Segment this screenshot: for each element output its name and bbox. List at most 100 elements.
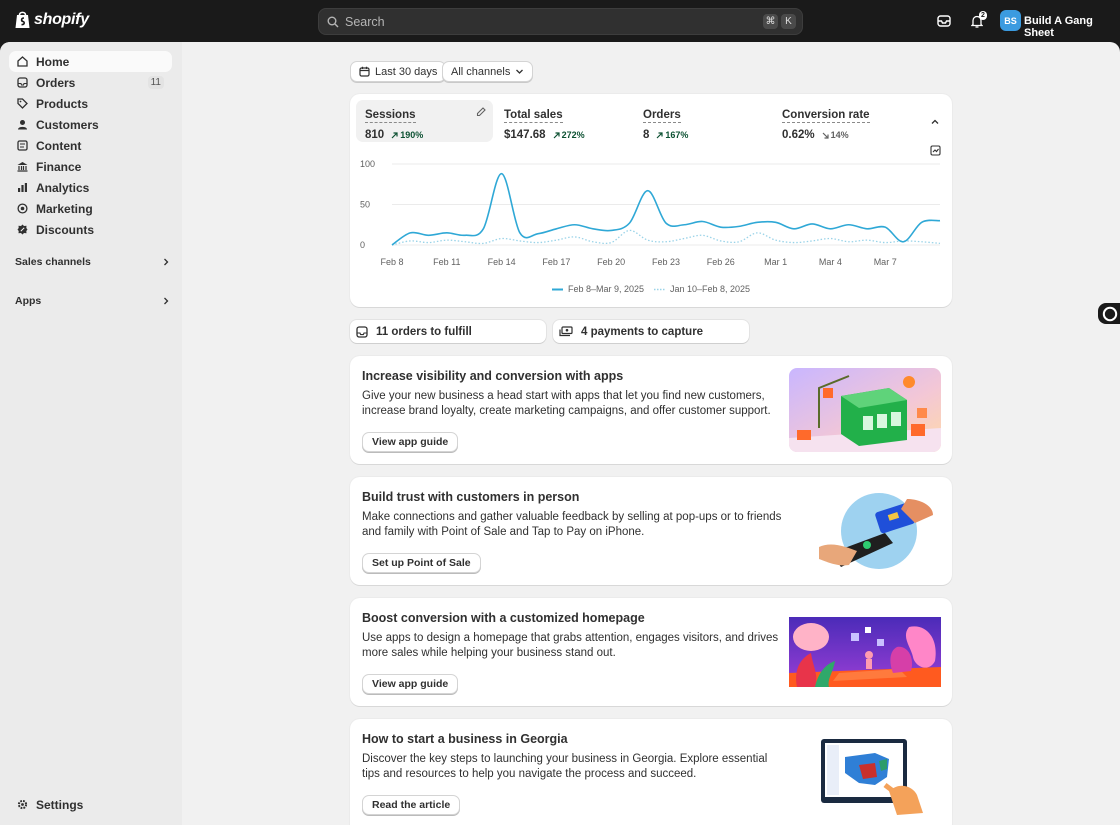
- sidebar-item-customers[interactable]: Customers: [9, 114, 172, 135]
- metric-orders[interactable]: Orders 8 167%: [634, 100, 771, 142]
- store-name[interactable]: Build A Gang Sheet: [1024, 15, 1120, 39]
- apps-heading[interactable]: Apps: [15, 295, 41, 307]
- sidebar-item-label: Finance: [36, 159, 82, 174]
- orders-icon: [356, 325, 368, 338]
- promo-card-pos: Build trust with customers in person Mak…: [350, 477, 952, 585]
- arrow-up-icon: [391, 131, 398, 138]
- y-tick-label: 0: [360, 240, 365, 250]
- circle-toggle-icon: [1102, 306, 1118, 321]
- promo-text: Give your new business a head start with…: [362, 390, 771, 417]
- orders-count-badge: 11: [147, 76, 164, 89]
- sidebar-item-discounts[interactable]: Discounts: [9, 219, 172, 240]
- x-tick-label: Feb 14: [488, 257, 516, 267]
- chevron-up-icon[interactable]: [930, 117, 940, 127]
- gear-icon: [17, 799, 28, 810]
- legend-solid-swatch: [552, 288, 563, 290]
- previous-period-line: [391, 229, 941, 246]
- top-bar: shopify Search ⌘ K 2 BS Build A Gang She…: [0, 0, 1120, 42]
- shortcut-k-key: K: [781, 14, 796, 29]
- metric-value: 8: [643, 129, 650, 141]
- search-bar[interactable]: Search ⌘ K: [318, 8, 803, 35]
- metric-total-sales[interactable]: Total sales $147.68 272%: [495, 100, 632, 142]
- edit-pencil-icon[interactable]: [476, 107, 486, 117]
- task-label: 11 orders to fulfill: [376, 325, 472, 338]
- y-tick-label: 100: [360, 159, 375, 169]
- metric-value: $147.68: [504, 129, 546, 141]
- inbox-icon: [937, 15, 951, 27]
- sidekick-toggle-button[interactable]: [1098, 303, 1120, 324]
- sessions-line-chart: 100 50 0 Feb 8 Feb 11 Feb 14 Feb 17 Feb 20 Feb 2…: [360, 159, 941, 267]
- metric-conversion-rate[interactable]: Conversion rate 0.62% 14%: [773, 100, 910, 142]
- metric-title: Orders: [643, 109, 681, 123]
- sales-channels-heading[interactable]: Sales channels: [15, 256, 91, 268]
- promo-title: Increase visibility and conversion with …: [362, 369, 624, 383]
- promo-title: How to start a business in Georgia: [362, 732, 568, 746]
- x-tick-label: Mar 7: [874, 257, 897, 267]
- sidebar-item-label: Marketing: [36, 201, 93, 216]
- sidebar-item-analytics[interactable]: Analytics: [9, 177, 172, 198]
- sidebar-item-label: Orders: [36, 75, 76, 90]
- map-screen-illustration: [789, 737, 941, 817]
- date-range-label: Last 30 days: [375, 65, 438, 78]
- y-tick-label: 50: [360, 200, 370, 210]
- set-up-pos-button[interactable]: Set up Point of Sale: [362, 553, 481, 573]
- chevron-right-icon[interactable]: [162, 297, 170, 305]
- promo-card-homepage: Boost conversion with a customized homep…: [350, 598, 952, 706]
- shopify-logo[interactable]: shopify: [14, 10, 89, 29]
- x-tick-label: Feb 23: [652, 257, 680, 267]
- sidebar-item-label: Content: [36, 138, 82, 153]
- notification-count-badge: 2: [979, 11, 987, 20]
- promo-text: Discover the key steps to launching your…: [362, 753, 768, 780]
- sidebar-item-settings[interactable]: Settings: [9, 794, 172, 815]
- avatar[interactable]: BS: [1000, 10, 1021, 31]
- sidebar-item-finance[interactable]: Finance: [9, 156, 172, 177]
- shopify-bag-icon: [15, 11, 30, 28]
- legend-dotted-swatch: [654, 288, 665, 290]
- metric-change: 190%: [391, 130, 423, 140]
- legend-label: Jan 10–Feb 8, 2025: [670, 284, 751, 294]
- sidebar-item-label: Discounts: [36, 222, 95, 237]
- x-tick-label: Feb 26: [707, 257, 735, 267]
- date-range-button[interactable]: Last 30 days: [350, 61, 447, 82]
- search-icon: [327, 16, 339, 27]
- metric-change-value: 190%: [400, 130, 424, 140]
- sidebar-item-home[interactable]: Home: [9, 51, 172, 72]
- inbox-button[interactable]: [935, 12, 953, 30]
- target-icon: [17, 203, 28, 214]
- chevron-right-icon[interactable]: [162, 258, 170, 266]
- content-icon: [17, 140, 28, 151]
- promo-text: Make connections and gather valuable fee…: [362, 511, 782, 538]
- sidebar-item-orders[interactable]: Orders 11: [9, 72, 172, 93]
- tag-icon: [17, 98, 28, 109]
- discount-icon: [17, 224, 28, 235]
- metric-change-value: 167%: [665, 130, 689, 140]
- view-app-guide-button[interactable]: View app guide: [362, 674, 459, 694]
- bank-icon: [17, 162, 28, 172]
- shortcut-cmd-key: ⌘: [763, 14, 778, 29]
- orders-to-fulfill-button[interactable]: 11 orders to fulfill: [350, 320, 546, 343]
- chart-icon: [18, 183, 27, 192]
- read-article-button[interactable]: Read the article: [362, 795, 461, 815]
- sidebar: Home Orders 11 Products Customers Conten…: [0, 42, 182, 825]
- sidebar-item-label: Customers: [36, 117, 99, 132]
- legend-previous[interactable]: Jan 10–Feb 8, 2025: [654, 284, 750, 294]
- channel-select[interactable]: All channels: [442, 61, 534, 82]
- chevron-down-icon: [516, 69, 524, 74]
- metric-change-value: 14%: [830, 130, 849, 140]
- cash-icon: [559, 326, 573, 337]
- sidebar-item-products[interactable]: Products: [9, 93, 172, 114]
- task-label: 4 payments to capture: [581, 325, 704, 338]
- sidebar-item-label: Products: [36, 96, 89, 111]
- metric-sessions[interactable]: Sessions 810 190%: [356, 100, 493, 142]
- home-icon: [17, 56, 28, 67]
- x-tick-label: Feb 8: [380, 257, 403, 267]
- arrow-down-icon: [822, 132, 829, 139]
- current-period-line: [391, 172, 941, 246]
- view-app-guide-button[interactable]: View app guide: [362, 432, 459, 452]
- sidebar-item-content[interactable]: Content: [9, 135, 172, 156]
- payments-to-capture-button[interactable]: 4 payments to capture: [553, 320, 749, 343]
- legend-current[interactable]: Feb 8–Mar 9, 2025: [552, 284, 644, 294]
- tap-to-pay-illustration: [789, 489, 941, 573]
- sidebar-item-marketing[interactable]: Marketing: [9, 198, 172, 219]
- sidebar-item-label: Settings: [36, 797, 84, 812]
